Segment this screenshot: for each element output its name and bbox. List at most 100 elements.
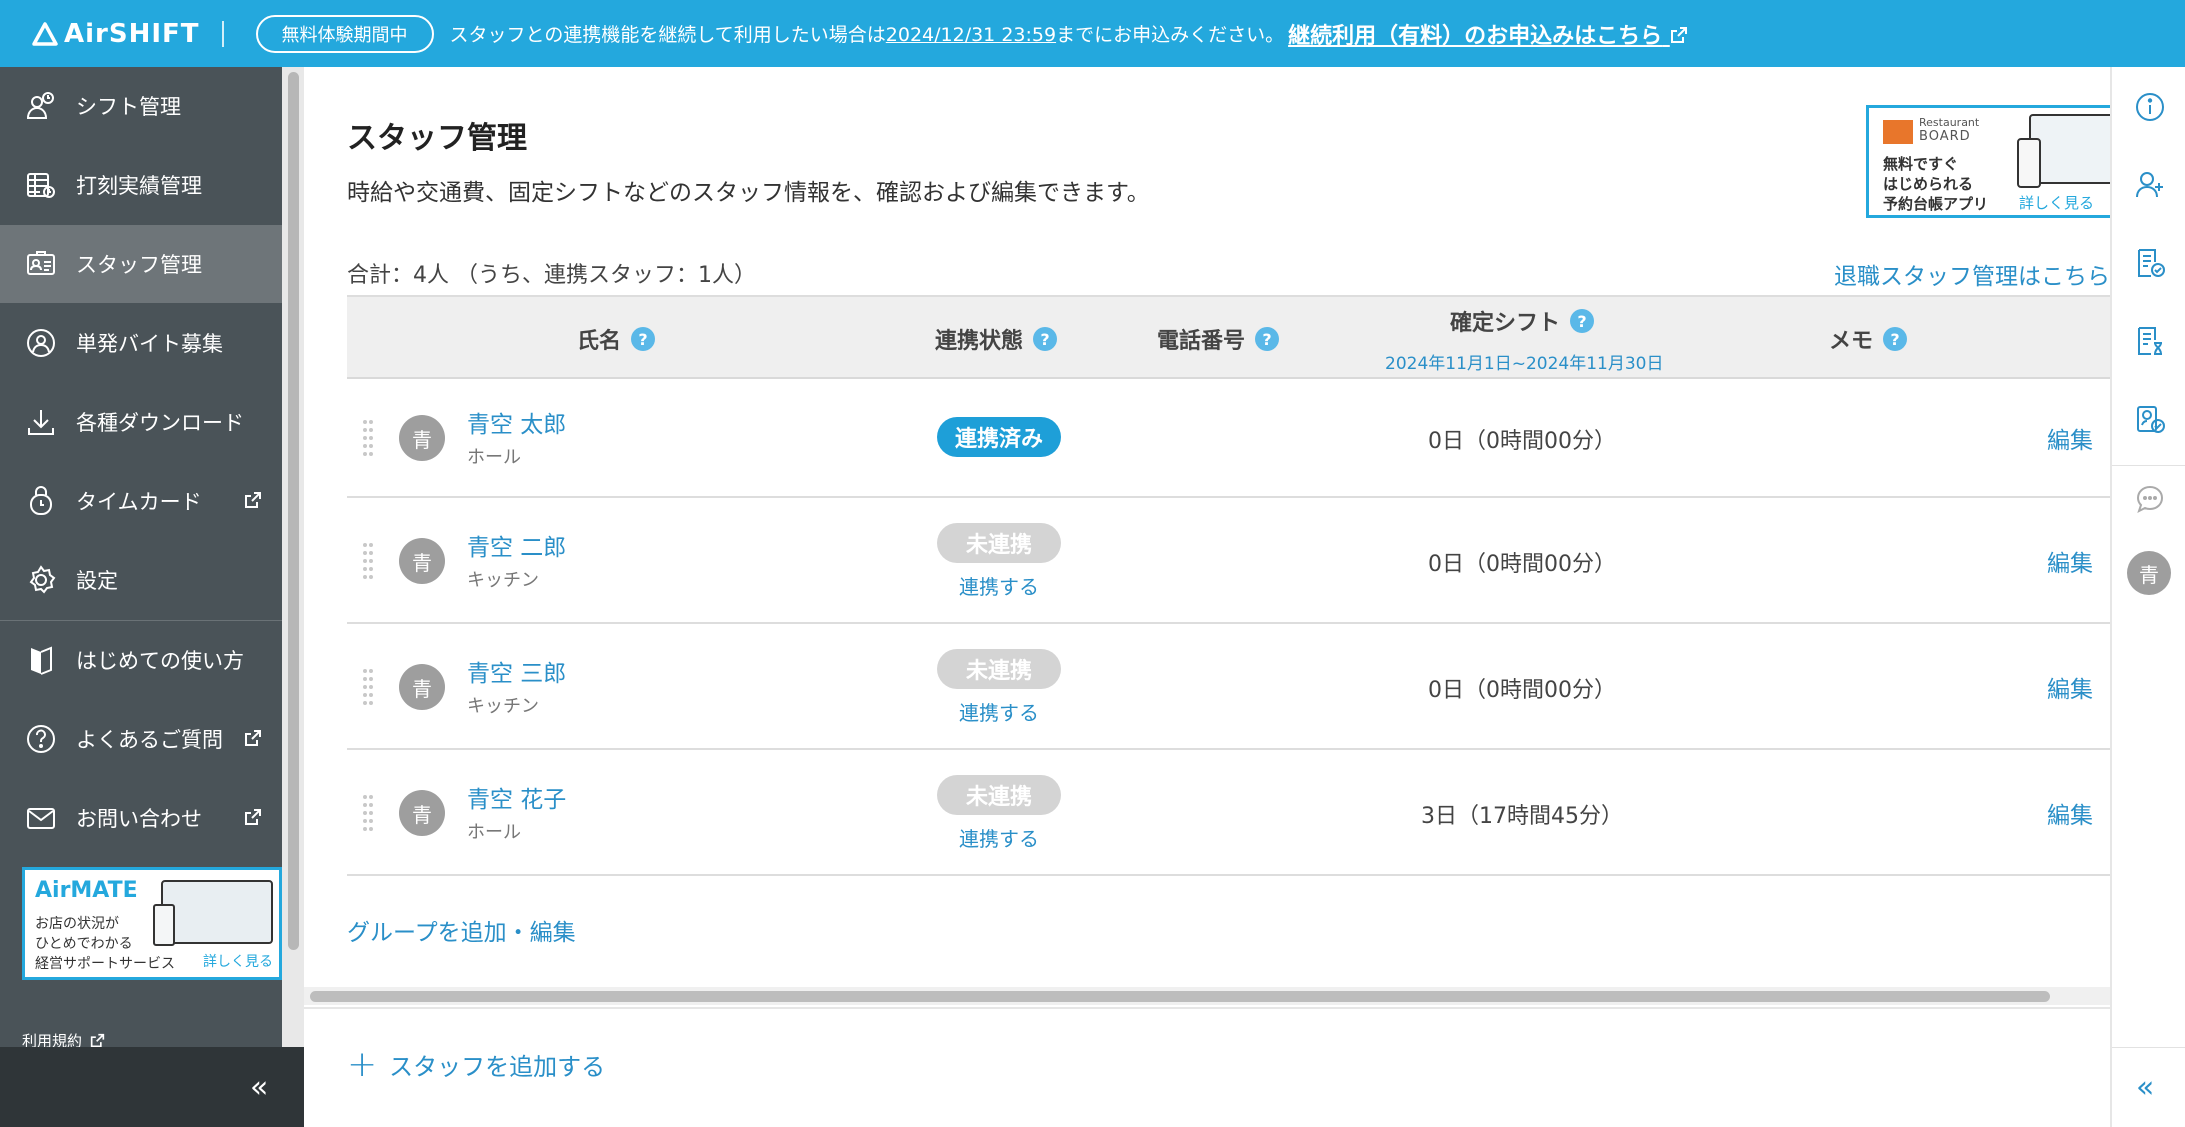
drag-handle-icon[interactable]: [363, 542, 373, 582]
document-check-icon[interactable]: [2134, 247, 2166, 279]
column-label: 確定シフト: [1450, 311, 1561, 336]
trial-banner: AirSHIFT 無料体験期間中 スタッフとの連携機能を継続して利用したい場合は…: [0, 0, 2185, 67]
staff-group: ホール: [467, 822, 521, 843]
add-staff-label: スタッフを追加する: [389, 1053, 606, 1081]
rail-divider: [2112, 1047, 2185, 1048]
brand-name: AirSHIFT: [64, 18, 200, 49]
edit-link[interactable]: 編集: [2047, 544, 2093, 578]
link-staff-button[interactable]: 連携する: [937, 823, 1061, 852]
column-status: 連携状態 ?: [935, 297, 1058, 381]
sidebar-item-guide[interactable]: はじめての使い方: [0, 621, 282, 699]
restaurant-board-brand: Restaurant BOARD: [1919, 116, 1979, 144]
question-icon: [24, 722, 58, 756]
table-row: 青 青空 二郎 キッチン 未連携 連携する 0日（0時間00分） 編集: [347, 498, 2110, 624]
table-row: 青 青空 太郎 ホール 連携済み 0日（0時間00分） 編集: [347, 379, 2110, 498]
staff-total: 合計：4人 （うち、連携スタッフ：1人）: [347, 263, 756, 288]
sidebar-item-label: タイムカード: [76, 490, 202, 514]
avatar: 青: [399, 790, 445, 836]
user-avatar[interactable]: 青: [2127, 551, 2171, 595]
sidebar-collapse-button[interactable]: «: [250, 1070, 268, 1105]
airmate-ad-banner[interactable]: AirMATE お店の状況が ひとめでわかる 経営サポートサービス 詳しく見る: [22, 867, 282, 980]
apply-link[interactable]: 継続利用（有料）のお申込みはこちら: [1288, 18, 1688, 50]
restaurant-board-ad[interactable]: Restaurant BOARD 無料ですぐ はじめられる 予約台帳アプリ 詳し…: [1866, 105, 2110, 218]
drag-handle-icon[interactable]: [363, 419, 373, 459]
schedule-check-icon[interactable]: [2134, 403, 2166, 435]
sidebar-item-shift[interactable]: シフト管理: [0, 67, 282, 145]
sidebar-item-label: 設定: [76, 569, 118, 593]
staff-name-link[interactable]: 青空 太郎: [467, 405, 566, 439]
main-content: スタッフ管理 時給や交通費、固定シフトなどのスタッフ情報を、確認および編集できま…: [304, 67, 2110, 1127]
group-edit-link[interactable]: グループを追加・編集: [347, 913, 576, 947]
sidebar-item-timecard[interactable]: タイムカード: [0, 462, 282, 540]
confirmed-shift: 3日（17時間45分）: [1421, 804, 1623, 829]
avatar: 青: [399, 415, 445, 461]
sidebar-item-label: はじめての使い方: [76, 649, 244, 673]
restaurant-board-logo-icon: [1883, 120, 1913, 144]
add-user-icon[interactable]: [2134, 169, 2166, 201]
drag-handle-icon[interactable]: [363, 794, 373, 834]
help-icon[interactable]: ?: [1570, 309, 1595, 333]
sidebar-item-contact[interactable]: お問い合わせ: [0, 779, 282, 857]
edit-link[interactable]: 編集: [2047, 421, 2093, 455]
airmate-phone-illustration: [153, 904, 175, 946]
staff-name-link[interactable]: 青空 花子: [467, 780, 566, 814]
mail-icon: [24, 801, 58, 835]
chat-icon[interactable]: [2134, 483, 2166, 515]
sidebar-item-download[interactable]: 各種ダウンロード: [0, 383, 282, 461]
sidebar-item-punch-record[interactable]: 打刻実績管理: [0, 146, 282, 224]
staff-group: キッチン: [467, 570, 539, 591]
sidebar-item-label: お問い合わせ: [76, 807, 202, 831]
edit-link[interactable]: 編集: [2047, 670, 2093, 704]
sidebar-item-recruit[interactable]: 単発バイト募集: [0, 304, 282, 382]
help-icon[interactable]: ?: [1255, 327, 1280, 351]
link-staff-button[interactable]: 連携する: [937, 571, 1061, 600]
external-link-icon: [245, 809, 261, 825]
logo-triangle-icon: [32, 21, 58, 46]
ad-line: 予約台帳アプリ: [1883, 195, 1989, 213]
sidebar-item-label: 打刻実績管理: [76, 174, 202, 198]
table-row: 青 青空 三郎 キッチン 未連携 連携する 0日（0時間00分） 編集: [347, 624, 2110, 750]
help-icon[interactable]: ?: [1033, 327, 1058, 351]
sidebar-item-label: よくあるご質問: [76, 728, 223, 752]
staff-name-link[interactable]: 青空 三郎: [467, 654, 566, 688]
gear-icon: [24, 563, 58, 597]
airmate-screen-illustration: [161, 880, 273, 944]
confirmed-shift: 0日（0時間00分）: [1428, 552, 1616, 577]
edit-link[interactable]: 編集: [2047, 796, 2093, 830]
sidebar-item-label: スタッフ管理: [76, 253, 202, 277]
drag-handle-icon[interactable]: [363, 668, 373, 708]
sidebar-scroll-thumb[interactable]: [288, 72, 299, 950]
link-staff-button[interactable]: 連携する: [937, 697, 1061, 726]
info-icon[interactable]: [2134, 91, 2166, 123]
sidebar-item-label: 各種ダウンロード: [76, 411, 244, 435]
confirmed-shift: 0日（0時間00分）: [1428, 429, 1616, 454]
page-description: 時給や交通費、固定シフトなどのスタッフ情報を、確認および編集できます。: [347, 180, 1150, 206]
help-icon[interactable]: ?: [631, 327, 656, 351]
airshift-logo[interactable]: AirSHIFT: [32, 19, 200, 49]
sidebar-item-staff[interactable]: スタッフ管理: [0, 225, 282, 303]
airmate-brand: AirMATE: [35, 878, 138, 903]
ad-line: 無料ですぐ: [1883, 155, 1959, 173]
horizontal-scroll-thumb[interactable]: [310, 991, 2050, 1002]
external-link-icon: [90, 1033, 105, 1048]
staff-name-link[interactable]: 青空 二郎: [467, 528, 566, 562]
sidebar-item-settings[interactable]: 設定: [0, 541, 282, 619]
banner-text-before: スタッフとの連携機能を継続して利用したい場合は: [449, 24, 886, 46]
column-label: 連携状態: [935, 329, 1024, 354]
right-rail-collapse-button[interactable]: «: [2136, 1070, 2154, 1105]
restaurant-board-copy: 無料ですぐ はじめられる 予約台帳アプリ: [1883, 154, 1988, 214]
document-timer-icon[interactable]: [2134, 325, 2166, 357]
add-staff-button[interactable]: + スタッフを追加する: [347, 1046, 606, 1082]
staff-group: キッチン: [467, 696, 539, 717]
sidebar-item-faq[interactable]: よくあるご質問: [0, 700, 282, 778]
help-icon[interactable]: ?: [1883, 327, 1908, 351]
shift-icon: [24, 89, 58, 123]
status-badge-linked: 連携済み: [937, 417, 1061, 457]
confirmed-shift: 0日（0時間00分）: [1428, 678, 1616, 703]
timecard-icon: [24, 484, 58, 518]
rail-divider: [2112, 465, 2185, 466]
ad-more-link[interactable]: 詳しく見る: [2019, 192, 2094, 213]
retired-staff-link[interactable]: 退職スタッフ管理はこちら: [1834, 257, 2110, 291]
airmate-more-link[interactable]: 詳しく見る: [203, 951, 273, 971]
column-name: 氏名 ?: [577, 297, 656, 381]
